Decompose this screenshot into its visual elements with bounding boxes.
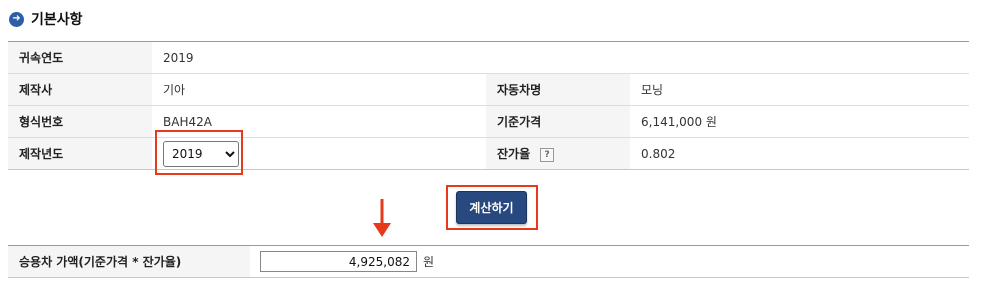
table-row: 제작사 기아 자동차명 모닝 [8,73,969,106]
base-price-label: 기준가격 [486,105,630,138]
section-header: ➜ 기본사항 [9,9,83,29]
year-label: 귀속연도 [8,41,152,74]
made-year-cell: 2019 [152,137,486,170]
year-value: 2019 [152,41,969,74]
type-value: BAH42A [152,105,486,138]
made-year-select[interactable]: 2019 [163,140,239,167]
section-title: 기본사항 [31,12,83,28]
maker-label: 제작사 [8,73,152,106]
made-year-label: 제작년도 [8,137,152,170]
residual-label-cell: 잔가율? [486,137,630,170]
result-label: 승용차 가액(기준가격 * 잔가율) [8,246,250,277]
basic-info-table: 귀속연도 2019 제작사 기아 자동차명 모닝 형식번호 BAH42A 기준가… [8,41,969,170]
model-value: 모닝 [630,73,969,106]
result-value-field[interactable] [260,251,417,272]
table-row: 제작년도 2019 잔가율? 0.802 [8,137,969,170]
table-row: 형식번호 BAH42A 기준가격 6,141,000 원 [8,105,969,138]
table-row: 귀속연도 2019 [8,41,969,74]
maker-value: 기아 [152,73,486,106]
base-price-value: 6,141,000 원 [630,105,969,138]
result-row: 승용차 가액(기준가격 * 잔가율) 원 [8,245,969,278]
help-icon[interactable]: ? [540,147,555,162]
calculate-button[interactable]: 계산하기 [456,191,527,224]
model-label: 자동차명 [486,73,630,106]
residual-label: 잔가율 [497,147,531,161]
type-label: 형식번호 [8,105,152,138]
residual-value: 0.802 [630,137,969,170]
arrow-right-circle-icon: ➜ [9,11,24,27]
down-arrow-icon [373,199,391,237]
result-unit: 원 [423,255,435,269]
